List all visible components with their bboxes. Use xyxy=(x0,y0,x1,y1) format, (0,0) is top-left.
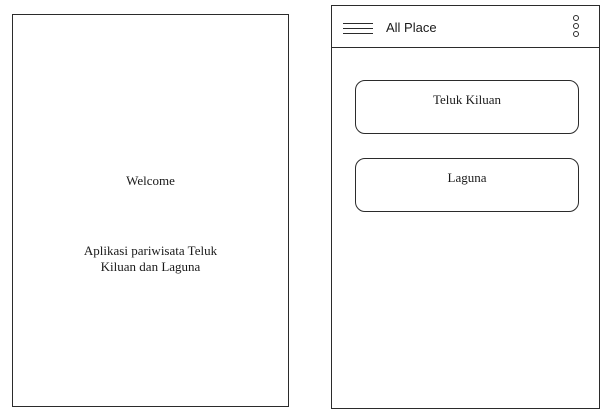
app-description-line-1: Aplikasi pariwisata Teluk xyxy=(83,243,218,258)
place-list-screen: All Place Teluk Kiluan Laguna xyxy=(331,5,600,409)
vertical-dots-icon[interactable] xyxy=(573,15,579,39)
place-card-label: Laguna xyxy=(447,170,487,185)
app-bar-title: All Place xyxy=(386,20,437,35)
place-card-laguna[interactable]: Laguna xyxy=(355,158,579,212)
app-description-line-2: Kiluan dan Laguna xyxy=(100,259,201,274)
hamburger-icon[interactable] xyxy=(343,23,373,35)
place-card-label: Teluk Kiluan xyxy=(432,92,502,107)
app-bar: All Place xyxy=(332,6,599,48)
splash-screen: Welcome Aplikasi pariwisata Teluk Kiluan… xyxy=(12,14,289,407)
welcome-text: Welcome xyxy=(126,173,175,188)
app-description: Aplikasi pariwisata Teluk Kiluan dan Lag… xyxy=(13,243,288,275)
place-card-teluk-kiluan[interactable]: Teluk Kiluan xyxy=(355,80,579,134)
